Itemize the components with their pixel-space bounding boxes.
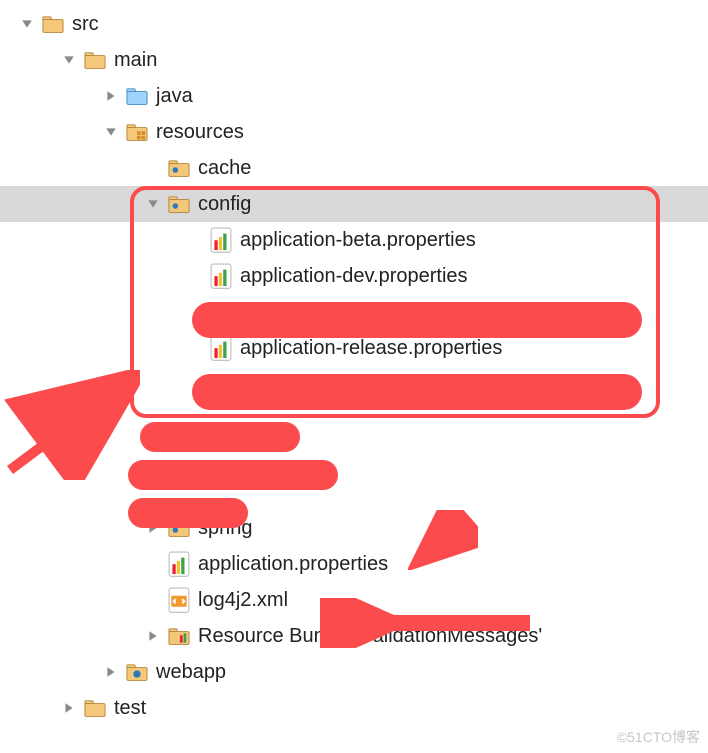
watermark: ©51CTO博客 [617,727,700,747]
tree-row-main[interactable]: main [0,42,708,78]
chevron-down-icon[interactable] [60,51,78,69]
tree-row-app-dev[interactable]: application-dev.properties [0,258,708,294]
folder-icon [84,698,106,718]
web-folder-icon [126,662,148,682]
tree-label: application-release.properties [240,337,502,360]
tree-row-redacted[interactable] [0,402,708,438]
chevron-right-icon[interactable] [102,663,120,681]
tree-label: webapp [156,661,226,684]
tree-row-redacted[interactable] [0,366,708,402]
properties-file-icon [210,230,232,250]
tree-label: config [198,193,251,216]
folder-dot-icon [168,194,190,214]
bundle-folder-icon [168,626,190,646]
tree-label: src [72,13,99,36]
chevron-down-icon[interactable] [102,123,120,141]
tree-row-resources[interactable]: resources [0,114,708,150]
folder-dot-icon [168,158,190,178]
tree-label: application.properties [198,553,388,576]
project-tree: src main java resources [0,0,708,726]
tree-row-log4j2[interactable]: log4j2.xml [0,582,708,618]
chevron-down-icon[interactable] [18,15,36,33]
tree-label: cache [198,157,251,180]
tree-row-app-props[interactable]: application.properties [0,546,708,582]
tree-row-redacted[interactable] [0,294,708,330]
tree-label: log4j2.xml [198,589,288,612]
tree-row-cache[interactable]: cache [0,150,708,186]
tree-label: application-beta.properties [240,229,476,252]
tree-row-app-release[interactable]: application-release.properties [0,330,708,366]
xml-file-icon [168,590,190,610]
chevron-right-icon[interactable] [60,699,78,717]
folder-icon [84,50,106,70]
tree-row-app-beta[interactable]: application-beta.properties [0,222,708,258]
tree-label: test [114,697,146,720]
chevron-right-icon[interactable] [144,519,162,537]
tree-label: spring [198,517,252,540]
properties-file-icon [168,554,190,574]
tree-label: java [156,85,193,108]
tree-row-redacted[interactable] [0,438,708,474]
tree-row-test[interactable]: test [0,690,708,726]
resources-folder-icon [126,122,148,142]
folder-icon [42,14,64,34]
tree-row-java[interactable]: java [0,78,708,114]
source-folder-icon [126,86,148,106]
folder-dot-icon [168,518,190,538]
tree-row-webapp[interactable]: webapp [0,654,708,690]
chevron-down-icon[interactable] [144,195,162,213]
tree-row-src[interactable]: src [0,6,708,42]
properties-file-icon [210,338,232,358]
chevron-right-icon[interactable] [102,87,120,105]
properties-file-icon [210,266,232,286]
chevron-right-icon[interactable] [144,627,162,645]
tree-label: resources [156,121,244,144]
tree-label: Resource Bundle 'ValidationMessages' [198,625,542,648]
tree-row-config[interactable]: config [0,186,708,222]
tree-row-redacted[interactable] [0,474,708,510]
tree-label: main [114,49,157,72]
tree-row-spring[interactable]: spring [0,510,708,546]
tree-row-resource-bundle[interactable]: Resource Bundle 'ValidationMessages' [0,618,708,654]
tree-label: application-dev.properties [240,265,468,288]
